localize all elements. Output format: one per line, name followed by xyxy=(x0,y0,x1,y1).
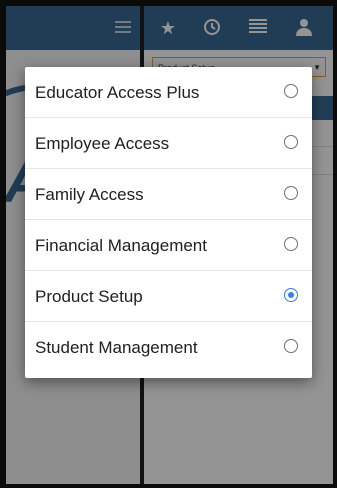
option-label: Financial Management xyxy=(35,236,207,255)
option-product-setup[interactable]: Product Setup xyxy=(25,271,312,322)
option-family-access[interactable]: Family Access xyxy=(25,169,312,220)
radio-button[interactable] xyxy=(284,84,298,98)
option-student-management[interactable]: Student Management xyxy=(25,322,312,373)
radio-button[interactable] xyxy=(284,237,298,251)
option-label: Student Management xyxy=(35,338,198,357)
radio-button[interactable] xyxy=(284,339,298,353)
option-label: Employee Access xyxy=(35,134,170,153)
option-financial-management[interactable]: Financial Management xyxy=(25,220,312,271)
option-label: Product Setup xyxy=(35,287,143,306)
radio-button[interactable] xyxy=(284,135,298,149)
radio-button-selected[interactable] xyxy=(284,288,298,302)
radio-button[interactable] xyxy=(284,186,298,200)
option-educator-access-plus[interactable]: Educator Access Plus xyxy=(25,67,312,118)
option-employee-access[interactable]: Employee Access xyxy=(25,118,312,169)
option-label: Educator Access Plus xyxy=(35,83,200,102)
option-label: Family Access xyxy=(35,185,144,204)
product-picker-dialog: Educator Access Plus Employee Access Fam… xyxy=(25,67,312,378)
